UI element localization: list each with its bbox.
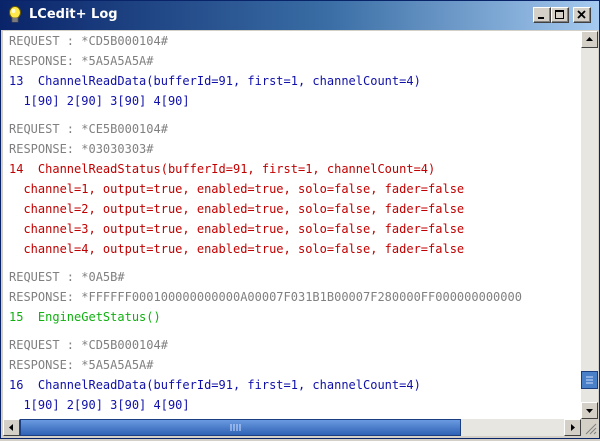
log-window: LCedit+ Log REQUEST : *CD5B000104# RESPO… [0, 0, 600, 439]
minimize-button[interactable] [533, 7, 551, 23]
scroll-left-button[interactable] [3, 419, 20, 436]
vertical-scroll-thumb[interactable] [581, 371, 598, 389]
arrow-up-icon [586, 37, 593, 41]
log-line-response: RESPONSE: *5A5A5A5A# [9, 54, 154, 68]
log-line-detail: 1[90] 2[90] 3[90] 4[90] [9, 398, 190, 412]
scroll-up-button[interactable] [581, 31, 598, 48]
log-line-command: 13 ChannelReadData(bufferId=91, first=1,… [9, 74, 421, 88]
window-title: LCedit+ Log [29, 7, 118, 22]
vertical-scrollbar[interactable] [581, 31, 598, 419]
lightbulb-icon [7, 6, 23, 24]
close-icon [577, 10, 586, 19]
maximize-icon [555, 10, 564, 19]
maximize-button[interactable] [551, 7, 569, 23]
log-line-response: RESPONSE: *03030303# [9, 142, 154, 156]
scroll-down-button[interactable] [581, 402, 598, 419]
close-button[interactable] [573, 7, 591, 23]
title-bar[interactable]: LCedit+ Log [1, 1, 599, 30]
log-line-request: REQUEST : *CE5B000104# [9, 122, 168, 136]
log-line-detail: channel=4, output=true, enabled=true, so… [9, 242, 465, 256]
log-line-request: REQUEST : *CD5B000104# [9, 338, 168, 352]
arrow-down-icon [586, 409, 593, 413]
horizontal-scroll-thumb[interactable] [20, 419, 461, 436]
log-line-request: REQUEST : *CD5B000104# [9, 34, 168, 48]
log-line-command: 14 ChannelReadStatus(bufferId=91, first=… [9, 162, 436, 176]
log-line-detail: 1[90] 2[90] 3[90] 4[90] [9, 94, 190, 108]
log-line-detail: channel=1, output=true, enabled=true, so… [9, 182, 465, 196]
size-grip[interactable] [581, 419, 598, 436]
minimize-icon [538, 17, 544, 19]
horizontal-scrollbar[interactable] [3, 419, 581, 436]
log-line-request: REQUEST : *0A5B# [9, 270, 125, 284]
log-line-response: RESPONSE: *5A5A5A5A# [9, 358, 154, 372]
log-line-detail: channel=2, output=true, enabled=true, so… [9, 202, 465, 216]
scroll-right-button[interactable] [564, 419, 581, 436]
log-line-command: 15 EngineGetStatus() [9, 310, 161, 324]
arrow-left-icon [9, 424, 13, 431]
resize-grip-icon [585, 423, 597, 435]
log-line-response: RESPONSE: *FFFFFF000100000000000A00007F0… [9, 290, 522, 304]
log-line-command: 16 ChannelReadData(bufferId=91, first=1,… [9, 378, 421, 392]
log-text-area[interactable]: REQUEST : *CD5B000104# RESPONSE: *5A5A5A… [3, 31, 581, 419]
log-line-detail: channel=3, output=true, enabled=true, so… [9, 222, 465, 236]
arrow-right-icon [571, 424, 575, 431]
